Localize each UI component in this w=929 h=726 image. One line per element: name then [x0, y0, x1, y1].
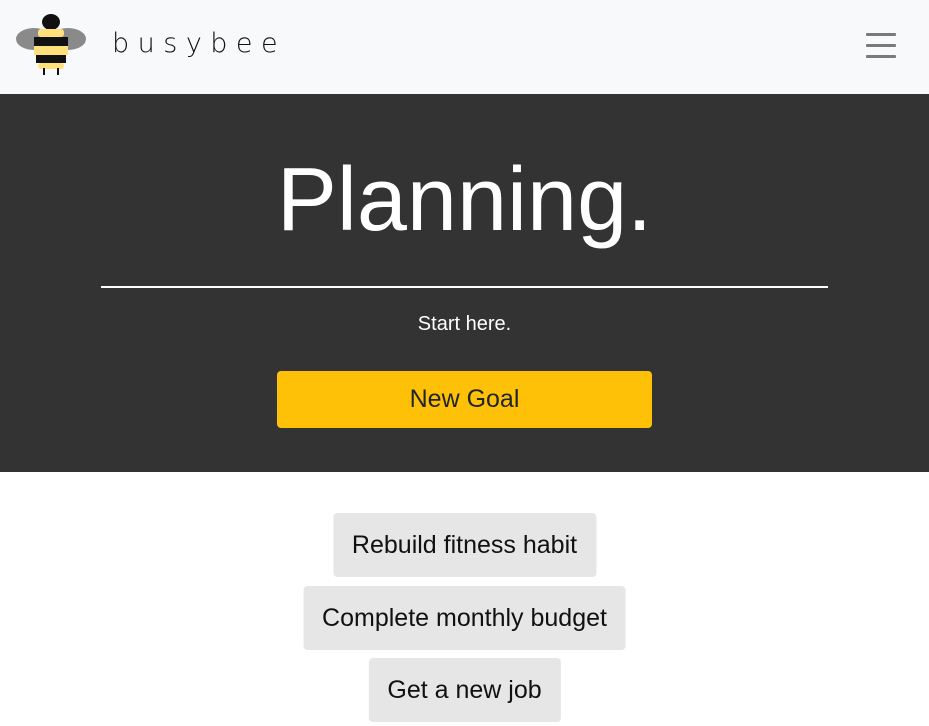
bee-logo-icon[interactable] [14, 13, 88, 75]
page-title: Planning. [276, 150, 653, 250]
hamburger-menu-button[interactable] [854, 24, 906, 66]
hero-subtitle: Start here. [417, 313, 512, 335]
goal-item-button[interactable]: Rebuild fitness habit [332, 513, 597, 577]
hero-divider [101, 286, 828, 288]
goal-item-button[interactable]: Get a new job [368, 658, 561, 722]
new-goal-button[interactable]: New Goal [277, 371, 652, 428]
hero-section: Planning. Start here. New Goal [0, 94, 929, 472]
navbar: busybee [0, 0, 929, 94]
goal-item-button[interactable]: Complete monthly budget [303, 586, 626, 650]
brand-name[interactable]: busybee [112, 26, 286, 62]
